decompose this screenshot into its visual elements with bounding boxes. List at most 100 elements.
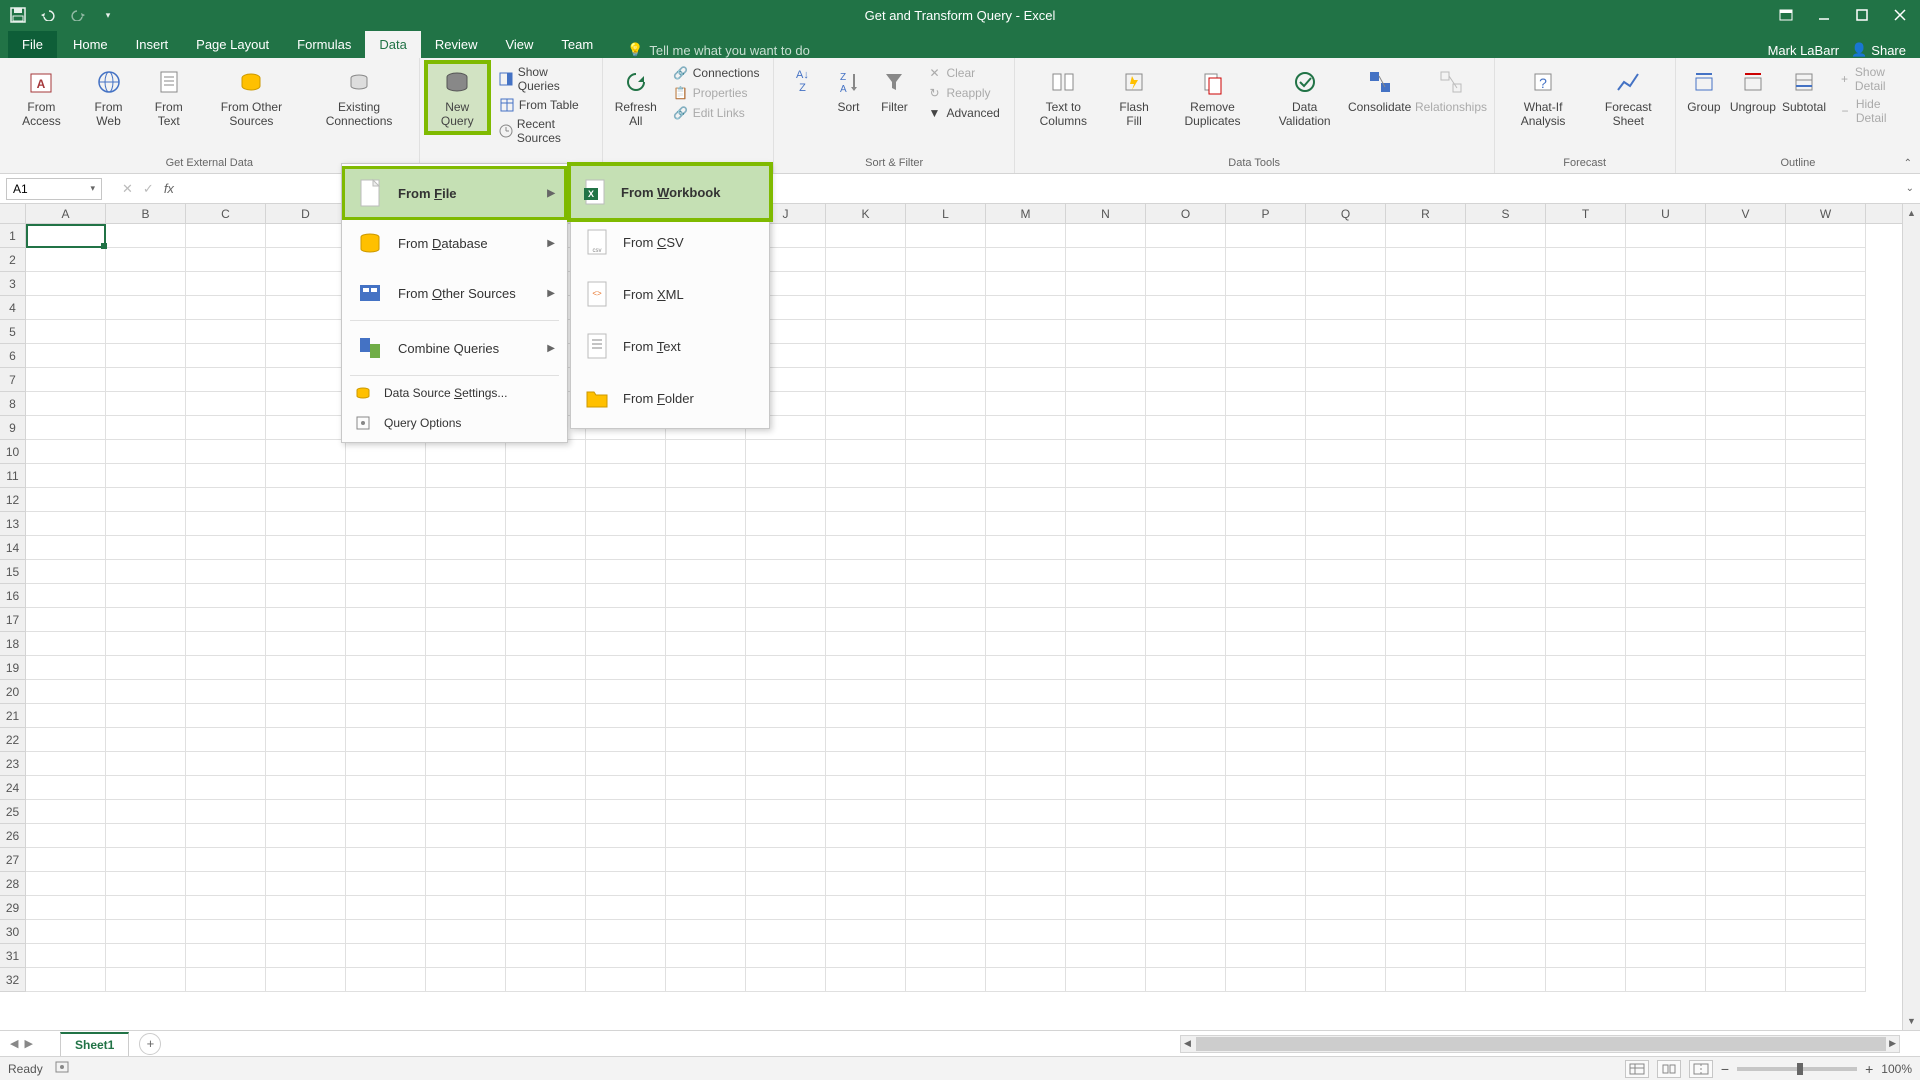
cell[interactable] (1786, 656, 1866, 680)
cell[interactable] (26, 584, 106, 608)
cell[interactable] (1066, 224, 1146, 248)
cell[interactable] (1546, 368, 1626, 392)
properties-button[interactable]: 📋Properties (669, 84, 764, 102)
cell[interactable] (1226, 488, 1306, 512)
cell[interactable] (1146, 320, 1226, 344)
cell[interactable] (746, 488, 826, 512)
hide-detail-button[interactable]: −Hide Detail (1834, 96, 1910, 126)
cell[interactable] (986, 848, 1066, 872)
cell[interactable] (1306, 632, 1386, 656)
cell[interactable] (1546, 680, 1626, 704)
row-header[interactable]: 9 (0, 416, 26, 440)
cell[interactable] (586, 704, 666, 728)
cell[interactable] (1466, 512, 1546, 536)
cell[interactable] (986, 368, 1066, 392)
reapply-button[interactable]: ↻Reapply (922, 84, 1003, 102)
cell[interactable] (906, 824, 986, 848)
tab-insert[interactable]: Insert (122, 31, 183, 58)
cell[interactable] (666, 632, 746, 656)
cell[interactable] (1386, 920, 1466, 944)
cell[interactable] (746, 632, 826, 656)
data-validation-button[interactable]: Data Validation (1265, 62, 1345, 133)
cell[interactable] (346, 824, 426, 848)
cell[interactable] (1146, 464, 1226, 488)
cell[interactable] (906, 848, 986, 872)
cell[interactable] (1706, 800, 1786, 824)
cell[interactable] (1226, 752, 1306, 776)
fx-icon[interactable]: fx (164, 181, 174, 196)
cell[interactable] (426, 464, 506, 488)
cell[interactable] (1386, 392, 1466, 416)
cell[interactable] (1226, 824, 1306, 848)
forecast-sheet-button[interactable]: Forecast Sheet (1588, 62, 1669, 133)
name-box[interactable]: A1▾ (6, 178, 102, 200)
cell[interactable] (26, 824, 106, 848)
cell[interactable] (1386, 800, 1466, 824)
cell[interactable] (26, 608, 106, 632)
cell[interactable] (1786, 920, 1866, 944)
cell[interactable] (1066, 464, 1146, 488)
cell[interactable] (1386, 536, 1466, 560)
cell[interactable] (506, 512, 586, 536)
cell[interactable] (186, 392, 266, 416)
cell[interactable] (1546, 944, 1626, 968)
cell[interactable] (1466, 320, 1546, 344)
cell[interactable] (1706, 248, 1786, 272)
cell[interactable] (986, 224, 1066, 248)
cell[interactable] (1466, 896, 1546, 920)
cell[interactable] (186, 248, 266, 272)
cell[interactable] (26, 248, 106, 272)
cell[interactable] (1706, 440, 1786, 464)
cell[interactable] (346, 848, 426, 872)
cell[interactable] (26, 416, 106, 440)
cell[interactable] (1786, 560, 1866, 584)
cell[interactable] (586, 728, 666, 752)
cell[interactable] (826, 776, 906, 800)
cell[interactable] (1386, 368, 1466, 392)
cell[interactable] (1626, 896, 1706, 920)
cell[interactable] (1306, 464, 1386, 488)
cell[interactable] (666, 872, 746, 896)
cell[interactable] (746, 800, 826, 824)
remove-duplicates-button[interactable]: Remove Duplicates (1162, 62, 1262, 133)
cell[interactable] (986, 464, 1066, 488)
cell[interactable] (1226, 656, 1306, 680)
cell[interactable] (106, 824, 186, 848)
cell[interactable] (1146, 920, 1226, 944)
cell[interactable] (1626, 632, 1706, 656)
cell[interactable] (426, 608, 506, 632)
cell[interactable] (1626, 368, 1706, 392)
cell[interactable] (1226, 896, 1306, 920)
cell[interactable] (1786, 704, 1866, 728)
cell[interactable] (1306, 584, 1386, 608)
cell[interactable] (1226, 800, 1306, 824)
cell[interactable] (1386, 464, 1466, 488)
add-sheet-button[interactable]: + (139, 1033, 161, 1055)
cell[interactable] (106, 248, 186, 272)
cell[interactable] (266, 728, 346, 752)
cell[interactable] (266, 224, 346, 248)
cell[interactable] (1626, 848, 1706, 872)
cell[interactable] (1626, 392, 1706, 416)
cell[interactable] (1706, 416, 1786, 440)
column-header[interactable]: R (1386, 204, 1466, 223)
cell[interactable] (746, 896, 826, 920)
cell[interactable] (106, 800, 186, 824)
cell[interactable] (1626, 752, 1706, 776)
cell[interactable] (1626, 608, 1706, 632)
cell[interactable] (106, 944, 186, 968)
cell[interactable] (1706, 920, 1786, 944)
cell[interactable] (106, 512, 186, 536)
filter-button[interactable]: Filter (872, 62, 916, 118)
cell[interactable] (1066, 752, 1146, 776)
cell[interactable] (1466, 272, 1546, 296)
cell[interactable] (1386, 344, 1466, 368)
cell[interactable] (186, 296, 266, 320)
cell[interactable] (346, 656, 426, 680)
row-header[interactable]: 14 (0, 536, 26, 560)
cell[interactable] (586, 656, 666, 680)
cell[interactable] (1066, 248, 1146, 272)
cell[interactable] (1546, 248, 1626, 272)
cell[interactable] (746, 872, 826, 896)
row-header[interactable]: 2 (0, 248, 26, 272)
